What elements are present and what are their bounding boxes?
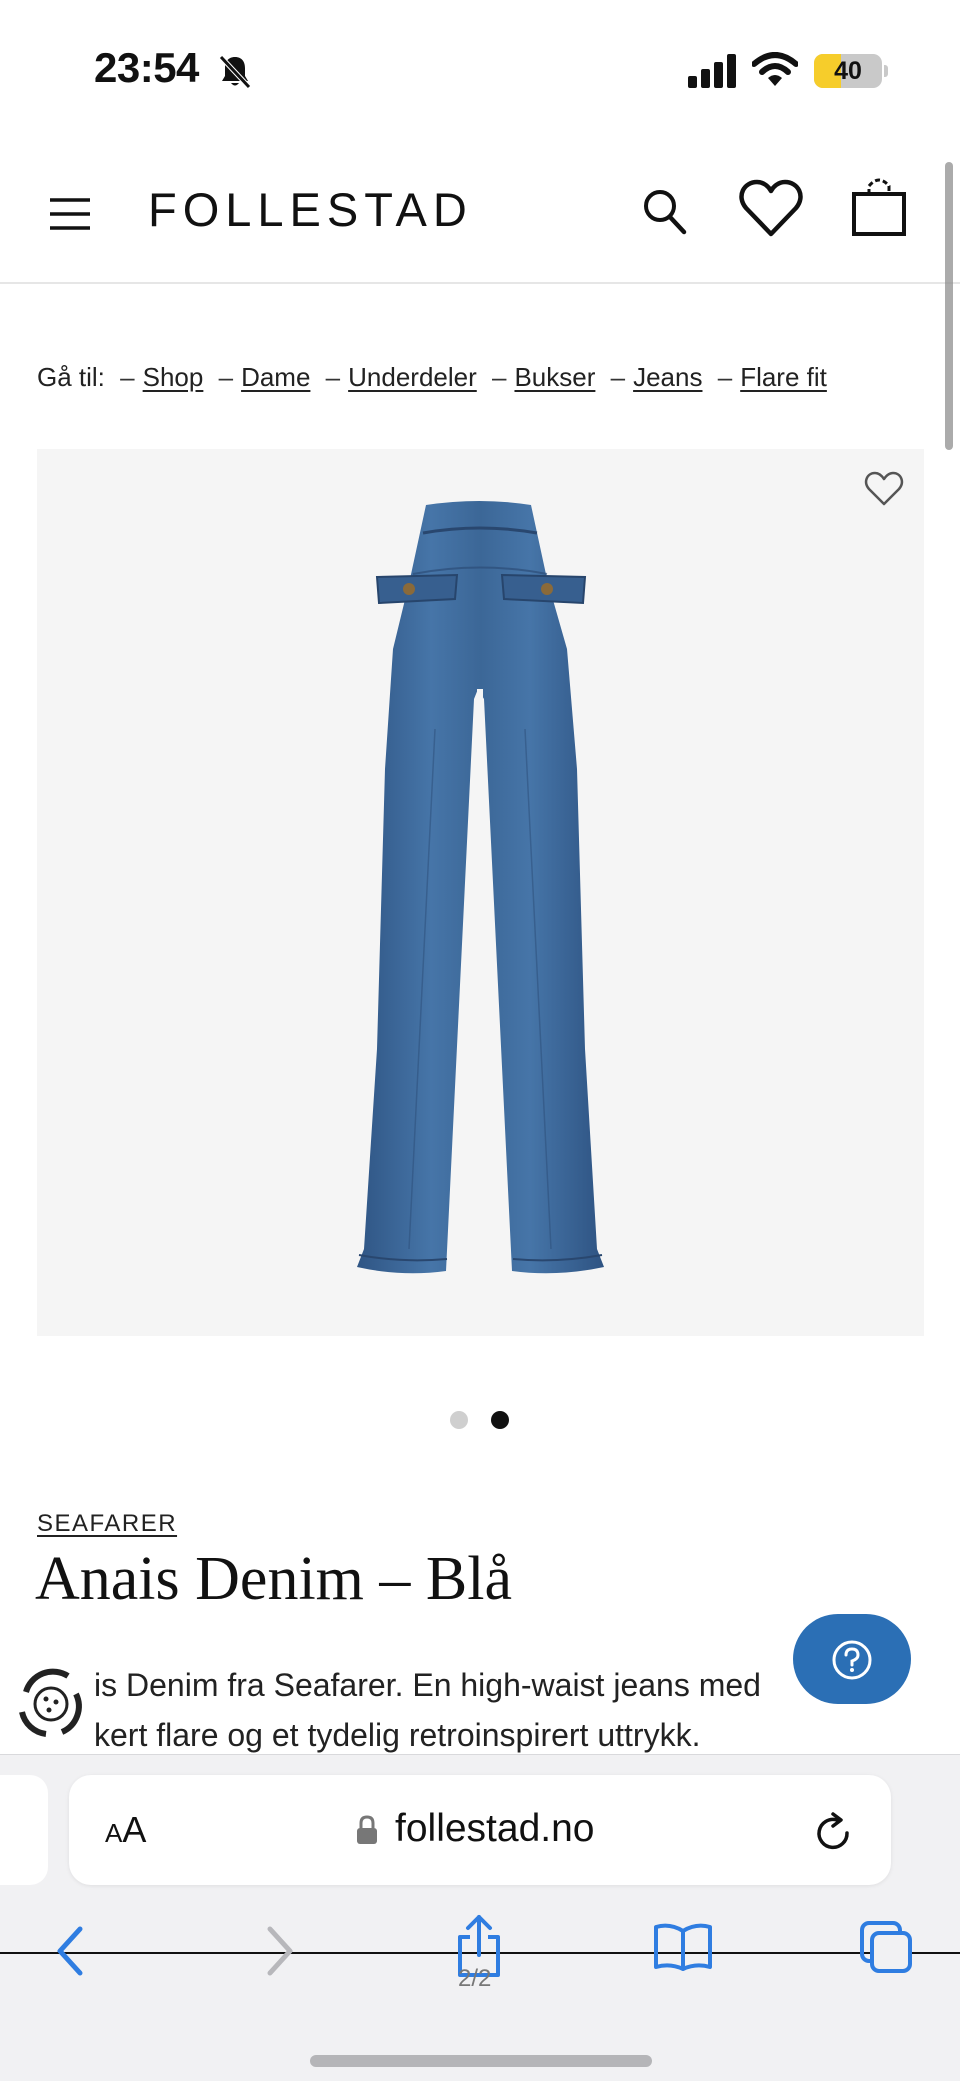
help-button[interactable] [793,1614,911,1704]
product-brand-link[interactable]: SEAFARER [37,1510,177,1538]
browser-bottom-bar: AA follestad.no 2/2 [0,1754,960,2081]
product-image[interactable] [37,449,924,1336]
status-time: 23:54 [94,44,199,91]
back-icon[interactable] [52,1923,88,1979]
cookie-settings-icon[interactable] [16,1668,86,1740]
search-icon[interactable] [640,184,690,238]
site-header: FOLLESTAD [0,150,960,284]
breadcrumb-jeans[interactable]: Jeans [633,362,702,392]
breadcrumb-dame[interactable]: Dame [241,362,310,392]
jeans-image [357,501,604,1274]
menu-icon[interactable] [46,190,94,238]
breadcrumb-bukser[interactable]: Bukser [514,362,595,392]
tabs-icon[interactable] [858,1919,914,1975]
wifi-icon [752,52,798,86]
breadcrumb-prefix: Gå til: [37,362,105,392]
description-line: kert flare og et tydelig retroinspirert … [94,1717,701,1753]
site-logo[interactable]: FOLLESTAD [148,182,473,237]
url-text: follestad.no [395,1807,595,1850]
page-scrollbar[interactable] [945,162,953,450]
product-title: Anais Denim – Blå [35,1545,512,1613]
signal-icon [688,54,736,88]
bookmarks-icon[interactable] [652,1921,714,1973]
shopping-bag-icon[interactable] [850,174,908,238]
carousel-dots [450,1411,520,1429]
previous-tab-card[interactable] [0,1775,48,1885]
breadcrumb-flare-fit[interactable]: Flare fit [740,362,827,392]
page-indicator: 2/2 [458,1965,492,1992]
address-bar[interactable]: AA follestad.no [69,1775,891,1885]
bell-slash-icon [219,55,251,89]
breadcrumb-underdeler[interactable]: Underdeler [348,362,477,392]
heart-outline-icon[interactable] [864,470,904,508]
heart-icon[interactable] [738,176,804,242]
forward-icon[interactable] [262,1923,298,1979]
product-description: is Denim fra Seafarer. En high-waist jea… [94,1660,814,1760]
question-circle-icon [832,1640,872,1680]
breadcrumb: Gå til: – Shop – Dame – Underdeler – Bukser … [37,362,827,392]
home-indicator [310,2055,652,2067]
breadcrumb-shop[interactable]: Shop [143,362,204,392]
reload-icon[interactable] [815,1811,855,1853]
status-bar: 23:54 40 [0,0,960,140]
battery-level: 40 [834,57,862,85]
text-size-button[interactable]: AA [105,1809,146,1851]
carousel-dot-2-active[interactable] [491,1411,509,1429]
carousel-dot-1[interactable] [450,1411,468,1429]
lock-icon [357,1815,377,1844]
battery-icon: 40 [814,54,888,88]
description-line: is Denim fra Seafarer. En high-waist jea… [94,1667,761,1703]
